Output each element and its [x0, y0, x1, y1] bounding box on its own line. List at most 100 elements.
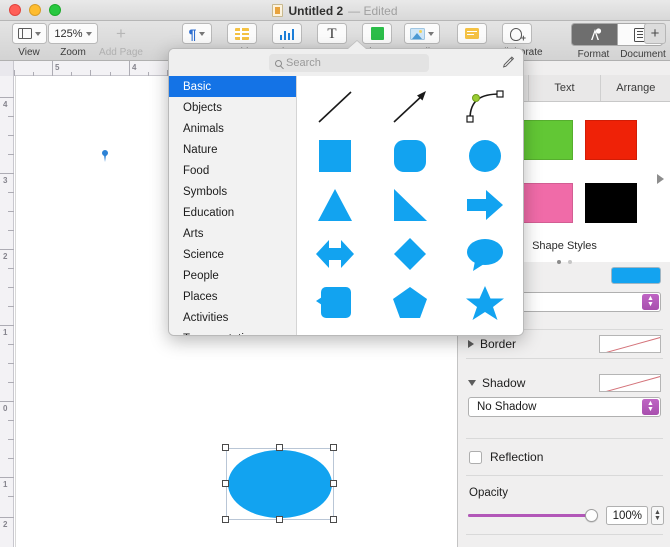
shape-cell-arrow[interactable] — [372, 82, 447, 131]
fill-color-swatch[interactable] — [611, 267, 661, 284]
maximize-button[interactable] — [49, 4, 61, 16]
close-button[interactable] — [9, 4, 21, 16]
category-arts[interactable]: Arts — [169, 223, 296, 244]
tab-arrange[interactable]: Arrange — [601, 75, 670, 101]
shape-cell-pentagon[interactable] — [372, 278, 447, 327]
ruler-v-tick-2b: 2 — [3, 520, 8, 529]
resize-handle-top-right[interactable] — [330, 444, 337, 451]
collaborate-person-icon — [509, 27, 526, 43]
opacity-slider-knob[interactable] — [585, 509, 598, 522]
opacity-slider-track[interactable] — [468, 514, 597, 517]
category-nature[interactable]: Nature — [169, 139, 296, 160]
shape-button[interactable] — [362, 23, 392, 44]
shadow-section: Shadow — [458, 369, 670, 397]
pen-draw-icon[interactable] — [501, 55, 515, 70]
text-button[interactable]: T — [317, 23, 347, 44]
minimize-button[interactable] — [29, 4, 41, 16]
tab-text[interactable]: Text — [529, 75, 601, 101]
category-animals[interactable]: Animals — [169, 118, 296, 139]
pentagon-shape — [392, 286, 427, 318]
resize-handle-bottom-left[interactable] — [222, 516, 229, 523]
shape-grid-row-2 — [297, 131, 523, 180]
resize-handle-middle-left[interactable] — [222, 480, 229, 487]
stepper-down-icon[interactable]: ▼ — [654, 515, 661, 522]
reflection-checkbox[interactable] — [469, 450, 482, 464]
add-page-button: + — [106, 23, 136, 44]
category-basic[interactable]: Basic — [169, 76, 296, 97]
chevron-down-icon — [34, 31, 41, 36]
reflection-row[interactable]: Reflection — [458, 439, 670, 464]
category-objects[interactable]: Objects — [169, 97, 296, 118]
shape-cell-diamond[interactable] — [372, 229, 447, 278]
shape-cell-double-arrow[interactable] — [297, 229, 372, 278]
bar-chart-icon — [279, 28, 295, 40]
opacity-value-field[interactable]: 100% — [606, 506, 648, 525]
toolbar-add-page: + Add Page — [92, 23, 150, 59]
shape-cell-bezier-curve[interactable] — [448, 82, 523, 131]
ellipse-shape[interactable] — [228, 450, 332, 518]
shape-style-swatch-green[interactable] — [521, 120, 573, 160]
format-label: Format — [577, 49, 610, 60]
shape-search-placeholder: Search — [286, 57, 321, 69]
resize-handle-middle-right[interactable] — [330, 480, 337, 487]
shape-cell-right-triangle[interactable] — [372, 180, 447, 229]
disclosure-triangle-collapsed-icon[interactable] — [468, 340, 474, 348]
category-people[interactable]: People — [169, 265, 296, 286]
shape-cell-callout-rectangle[interactable] — [297, 278, 372, 327]
shape-cell-line[interactable] — [297, 82, 372, 131]
selected-shape-group[interactable] — [222, 444, 337, 523]
shape-search-field[interactable]: Search — [269, 54, 429, 72]
category-activities[interactable]: Activities — [169, 307, 296, 328]
shape-cell-rounded-rectangle[interactable] — [372, 131, 447, 180]
shape-cell-speech-bubble[interactable] — [448, 229, 523, 278]
stepper-arrows-icon[interactable]: ▲ ▼ — [642, 294, 659, 310]
chevron-right-icon[interactable] — [657, 174, 664, 184]
shape-category-list[interactable]: Basic Objects Animals Nature Food Symbol… — [169, 76, 297, 335]
chevron-down-icon — [85, 31, 92, 36]
popover-toolbar: Search — [169, 49, 523, 76]
disclosure-triangle-expanded-icon[interactable] — [468, 380, 476, 386]
square-shape — [318, 139, 351, 172]
arrow-right-shape — [467, 189, 504, 220]
insert-button[interactable]: ¶ — [182, 23, 212, 44]
category-transportation[interactable]: Transportation — [169, 328, 296, 336]
speech-bubble-shape — [467, 238, 504, 271]
shape-style-swatch-red[interactable] — [585, 120, 637, 160]
table-button[interactable] — [227, 23, 257, 44]
format-button[interactable] — [572, 24, 617, 45]
category-science[interactable]: Science — [169, 244, 296, 265]
view-button[interactable] — [11, 23, 47, 44]
opacity-stepper[interactable]: ▲ ▼ — [651, 506, 664, 525]
chart-button[interactable] — [272, 23, 302, 44]
pilcrow-icon: ¶ — [188, 25, 197, 42]
shape-cell-star[interactable] — [448, 278, 523, 327]
add-toolbar-tab-button[interactable]: + — [644, 23, 666, 44]
category-symbols[interactable]: Symbols — [169, 181, 296, 202]
shadow-type-popup[interactable]: No Shadow ▲ ▼ — [468, 397, 661, 417]
ruler-v-tick-4: 4 — [3, 100, 8, 109]
vertical-ruler[interactable]: 4 3 2 1 0 1 2 — [0, 76, 14, 547]
resize-handle-top-left[interactable] — [222, 444, 229, 451]
shape-cell-arrow-right[interactable] — [448, 180, 523, 229]
shape-style-swatch-pink[interactable] — [521, 183, 573, 223]
resize-handle-bottom-right[interactable] — [330, 516, 337, 523]
ruler-v-tick-1: 1 — [3, 328, 8, 337]
category-food[interactable]: Food — [169, 160, 296, 181]
zoom-button[interactable]: 125% — [48, 23, 98, 44]
border-no-fill-swatch[interactable] — [599, 335, 661, 353]
shape-cell-square[interactable] — [297, 131, 372, 180]
shape-cell-circle[interactable] — [448, 131, 523, 180]
resize-handle-top-center[interactable] — [276, 444, 283, 451]
shadow-no-fill-swatch[interactable] — [599, 374, 661, 392]
comment-button[interactable] — [456, 23, 487, 44]
category-places[interactable]: Places — [169, 286, 296, 307]
window-title-group: Untitled 2 — Edited — [0, 0, 670, 21]
category-education[interactable]: Education — [169, 202, 296, 223]
shape-style-swatch-black[interactable] — [585, 183, 637, 223]
shape-cell-triangle[interactable] — [297, 180, 372, 229]
text-t-icon: T — [327, 25, 337, 42]
stepper-arrows-icon[interactable]: ▲ ▼ — [642, 399, 659, 415]
collaborate-button[interactable] — [502, 23, 532, 44]
resize-handle-bottom-center[interactable] — [276, 516, 283, 523]
opacity-section: Opacity 100% ▲ ▼ — [458, 476, 670, 528]
